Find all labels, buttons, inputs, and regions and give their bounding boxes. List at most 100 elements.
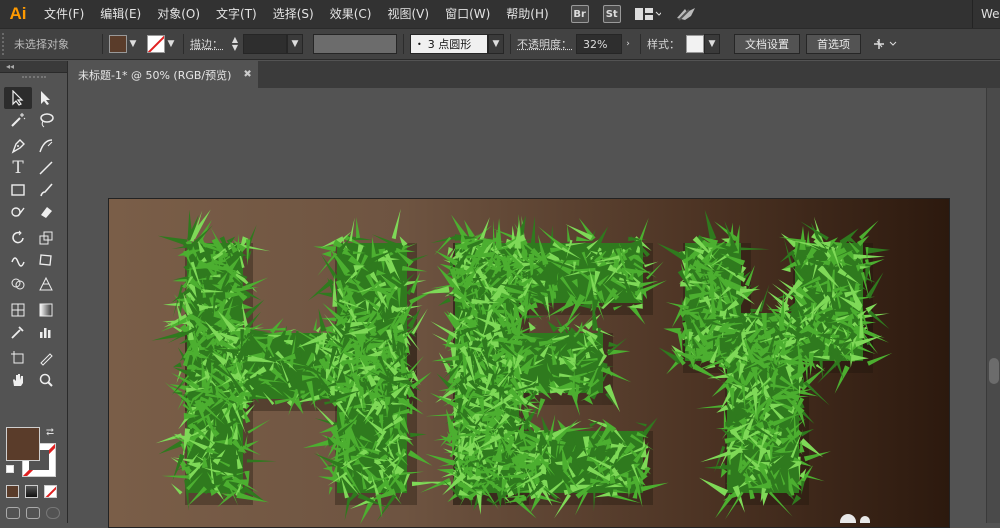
menu-item[interactable]: 视图(V) <box>379 0 437 28</box>
stroke-weight-stepper[interactable]: ▲ ▼ <box>229 35 241 53</box>
grass-text-artwork[interactable] <box>109 199 950 528</box>
variable-width-profile[interactable] <box>313 34 397 54</box>
grass-blade <box>696 404 725 409</box>
menu-item[interactable]: 帮助(H) <box>498 0 556 28</box>
curvature-tool-icon[interactable] <box>32 135 60 157</box>
grass-blade <box>739 247 770 251</box>
brush-definition-field[interactable]: • 3 点圆形 <box>410 34 488 54</box>
swap-fill-stroke-icon[interactable]: ⮂ <box>46 427 54 438</box>
grass-blade <box>170 483 183 495</box>
grass-blade <box>430 235 458 244</box>
tools-panel-grip[interactable] <box>0 73 67 81</box>
warp-tool-icon[interactable] <box>4 249 32 271</box>
document-setup-button[interactable]: 文档设置 <box>734 34 800 54</box>
divider <box>403 34 404 54</box>
document-tab[interactable]: 未标题-1* @ 50% (RGB/预览) ✖ <box>68 61 258 88</box>
eraser-tool-icon[interactable] <box>32 201 60 223</box>
close-icon[interactable]: ✖ <box>243 69 251 80</box>
divider <box>102 34 103 54</box>
stock-button[interactable]: St <box>602 5 621 23</box>
grass-blade <box>421 286 450 294</box>
opacity-label[interactable]: 不透明度： <box>517 36 572 52</box>
preferences-button[interactable]: 首选项 <box>806 34 861 54</box>
control-bar: 未选择对象 ▼ ▼ 描边： ▲ ▼ ▼ • 3 点圆形 ▼ 不透明度： 32% › … <box>0 28 1000 60</box>
column-graph-tool-icon[interactable] <box>32 321 60 343</box>
control-bar-grip[interactable] <box>2 33 8 55</box>
grass-blade <box>419 477 451 493</box>
grass-blade <box>557 312 581 334</box>
menu-item[interactable]: 效果(C) <box>322 0 380 28</box>
fill-color-front[interactable] <box>6 427 40 461</box>
perspective-grid-tool-icon[interactable] <box>32 273 60 295</box>
grass-blade <box>714 221 739 242</box>
scrollbar-thumb[interactable] <box>989 358 999 384</box>
none-mode-icon[interactable] <box>44 485 57 498</box>
direct-selection-tool-icon[interactable] <box>32 87 60 109</box>
lasso-tool-icon[interactable] <box>32 109 60 131</box>
graphic-style-swatch[interactable] <box>686 35 704 53</box>
grass-blade <box>173 362 182 368</box>
menu-item[interactable]: 编辑(E) <box>92 0 149 28</box>
selection-tool-icon[interactable] <box>4 87 32 109</box>
grass-blade <box>391 208 401 240</box>
grass-blade <box>492 219 496 250</box>
align-options-icon[interactable] <box>871 36 899 52</box>
graphic-style-dropdown[interactable]: ▼ <box>704 34 720 54</box>
grass-blade <box>528 321 536 332</box>
default-fill-stroke-icon[interactable] <box>6 465 14 473</box>
shaper-tool-icon[interactable] <box>4 201 32 223</box>
pen-tool-icon[interactable] <box>4 135 32 157</box>
divider <box>510 34 511 54</box>
grass-blade <box>161 475 190 479</box>
menu-item[interactable]: 对象(O) <box>149 0 208 28</box>
shape-builder-tool-icon[interactable] <box>4 273 32 295</box>
illustrator-logo: Ai <box>9 4 27 23</box>
draw-normal-icon[interactable] <box>6 507 20 519</box>
menu-item[interactable]: 文字(T) <box>208 0 265 28</box>
color-mode-icon[interactable] <box>6 485 19 498</box>
magic-wand-tool-icon[interactable] <box>4 109 32 131</box>
hand-tool-icon[interactable] <box>4 369 32 391</box>
grass-blade <box>759 284 770 312</box>
paintbrush-tool-icon[interactable] <box>32 179 60 201</box>
stroke-color-swatch[interactable] <box>147 35 165 53</box>
scale-tool-icon[interactable] <box>32 227 60 249</box>
canvas-area[interactable] <box>68 88 986 528</box>
chevron-right-icon[interactable]: › <box>622 35 634 53</box>
menu-item[interactable]: 选择(S) <box>265 0 322 28</box>
chevron-down-icon[interactable]: ▼ <box>127 35 139 53</box>
vertical-scrollbar[interactable] <box>986 88 1000 523</box>
mesh-tool-icon[interactable] <box>4 299 32 321</box>
stroke-weight-input[interactable] <box>243 34 287 54</box>
zoom-tool-icon[interactable] <box>32 369 60 391</box>
stroke-weight-dropdown[interactable]: ▼ <box>287 34 303 54</box>
grass-blade <box>530 216 536 244</box>
fill-color-swatch[interactable] <box>109 35 127 53</box>
tools-panel-header[interactable]: ◂◂ <box>0 61 67 73</box>
bridge-button[interactable]: Br <box>570 5 589 23</box>
opacity-input[interactable]: 32% <box>576 34 622 54</box>
free-transform-tool-icon[interactable] <box>32 249 60 271</box>
rectangle-tool-icon[interactable] <box>4 179 32 201</box>
brush-definition-dropdown[interactable]: ▼ <box>488 34 504 54</box>
eyedropper-tool-icon[interactable] <box>4 321 32 343</box>
menu-item[interactable]: 窗口(W) <box>437 0 498 28</box>
gradient-tool-icon[interactable] <box>32 299 60 321</box>
grass-blade <box>547 320 559 333</box>
workspace-switcher[interactable]: Web <box>972 0 1000 28</box>
grass-blade <box>438 297 451 306</box>
rotate-tool-icon[interactable] <box>4 227 32 249</box>
line-segment-tool-icon[interactable] <box>32 157 60 179</box>
grass-blade <box>799 226 806 250</box>
artboard-tool-icon[interactable] <box>4 347 32 369</box>
menu-item[interactable]: 文件(F) <box>36 0 92 28</box>
slice-tool-icon[interactable] <box>32 347 60 369</box>
artboard[interactable] <box>108 198 950 528</box>
draw-inside-icon[interactable] <box>46 507 60 519</box>
gradient-mode-icon[interactable] <box>25 485 38 498</box>
chevron-down-icon[interactable]: ▼ <box>165 35 177 53</box>
type-tool-icon[interactable]: T <box>4 157 32 179</box>
draw-behind-icon[interactable] <box>26 507 40 519</box>
gpu-performance-icon[interactable] <box>675 6 697 22</box>
arrange-documents-icon[interactable] <box>634 7 661 21</box>
